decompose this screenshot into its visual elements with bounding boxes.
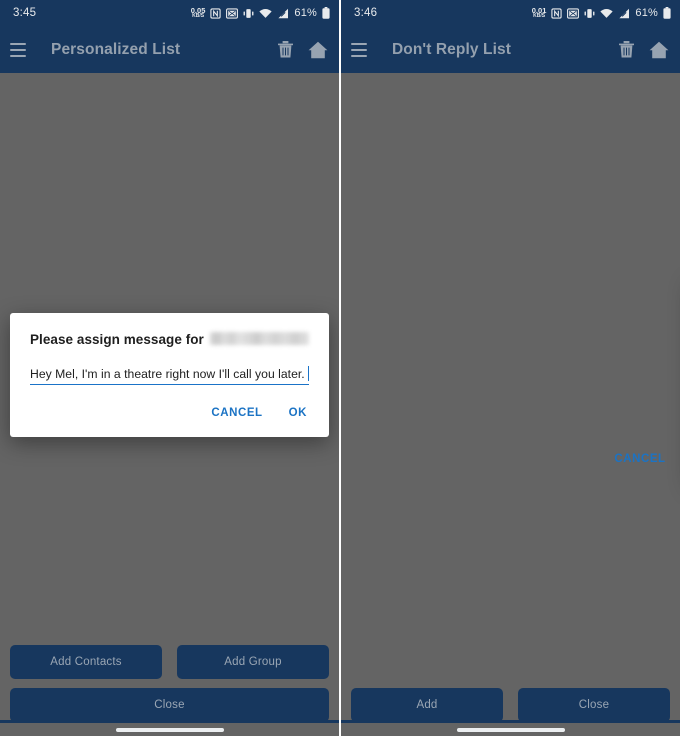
close-button[interactable]: Close xyxy=(518,688,670,722)
message-input-value: Hey Mel, I'm in a theatre right now I'll… xyxy=(30,366,305,381)
battery-percent-label: 61% xyxy=(294,7,317,19)
battery-icon xyxy=(322,7,330,19)
add-contacts-button[interactable]: Add Contacts xyxy=(10,645,162,679)
status-time: 3:45 xyxy=(13,7,37,19)
app-bar: Personalized List xyxy=(0,26,339,73)
network-speed-unit: KB/S xyxy=(192,13,205,20)
dialog-title-text: Please assign message for xyxy=(30,332,204,347)
home-icon[interactable] xyxy=(649,41,669,59)
close-button[interactable]: Close xyxy=(10,688,329,722)
cellular-signal-icon xyxy=(277,8,289,19)
app-bar-actions xyxy=(618,40,669,59)
hamburger-menu-icon[interactable] xyxy=(351,37,377,63)
screen-cast-icon xyxy=(567,7,580,19)
cellular-signal-icon xyxy=(618,8,630,19)
battery-percent-label: 61% xyxy=(635,7,658,19)
screen-personalized-list: 3:45 0.05 KB/S 61% Personalized List Ple… xyxy=(0,0,340,736)
status-icons-group: 0.01 KB/S 61% xyxy=(532,7,671,20)
redacted-contact-name xyxy=(209,332,309,345)
delete-icon[interactable] xyxy=(618,40,635,59)
assign-message-dialog: Please assign message for Hey Mel, I'm i… xyxy=(10,313,329,437)
page-title: Don't Reply List xyxy=(392,40,511,58)
battery-icon xyxy=(663,7,671,19)
cancel-button[interactable]: CANCEL xyxy=(211,407,262,419)
network-speed-unit: KB/S xyxy=(533,13,546,20)
bottom-button-row-1: Add Close xyxy=(351,688,670,722)
bottom-button-row-1: Add Contacts Add Group xyxy=(10,645,329,679)
nfc-icon xyxy=(551,7,563,19)
system-nav-bar xyxy=(341,723,680,736)
dual-screenshot-container: 3:45 0.05 KB/S 61% Personalized List Ple… xyxy=(0,0,680,736)
home-icon[interactable] xyxy=(308,41,328,59)
nfc-icon xyxy=(210,7,222,19)
screen-cast-icon xyxy=(226,7,239,19)
status-bar: 3:46 0.01 KB/S 61% xyxy=(341,0,680,26)
network-speed-indicator: 0.05 KB/S xyxy=(191,7,206,20)
wifi-icon xyxy=(600,8,614,19)
page-title: Personalized List xyxy=(51,40,181,58)
app-bar-actions xyxy=(277,40,328,59)
vibrate-icon xyxy=(243,8,254,19)
dialog-title: Please assign message for xyxy=(30,331,309,347)
add-group-button[interactable]: Add Group xyxy=(177,645,329,679)
bottom-action-bar: Add Close xyxy=(341,688,680,722)
hamburger-menu-icon[interactable] xyxy=(10,37,36,63)
dialog-actions: CANCEL OK xyxy=(30,385,309,429)
dimmed-content-area xyxy=(341,73,680,736)
status-icons-group: 0.05 KB/S 61% xyxy=(191,7,330,20)
bottom-button-row-2: Close xyxy=(10,688,329,722)
status-bar: 3:45 0.05 KB/S 61% xyxy=(0,0,339,26)
wifi-icon xyxy=(259,8,273,19)
ok-button[interactable]: OK xyxy=(289,407,307,419)
cancel-button[interactable]: CANCEL xyxy=(614,453,665,465)
gesture-pill[interactable] xyxy=(456,727,565,732)
network-speed-indicator: 0.01 KB/S xyxy=(532,7,547,20)
app-bar: Don't Reply List xyxy=(341,26,680,73)
system-nav-bar xyxy=(0,723,339,736)
gesture-pill[interactable] xyxy=(115,727,224,732)
bottom-action-bar: Add Contacts Add Group Close xyxy=(0,645,339,722)
screen-dont-reply-list: 3:46 0.01 KB/S 61% Don't Reply List CANC… xyxy=(340,0,680,736)
vibrate-icon xyxy=(584,8,595,19)
status-time: 3:46 xyxy=(354,7,378,19)
message-input-field[interactable]: Hey Mel, I'm in a theatre right now I'll… xyxy=(30,366,309,385)
delete-icon[interactable] xyxy=(277,40,294,59)
add-button[interactable]: Add xyxy=(351,688,503,722)
text-cursor xyxy=(307,366,309,381)
